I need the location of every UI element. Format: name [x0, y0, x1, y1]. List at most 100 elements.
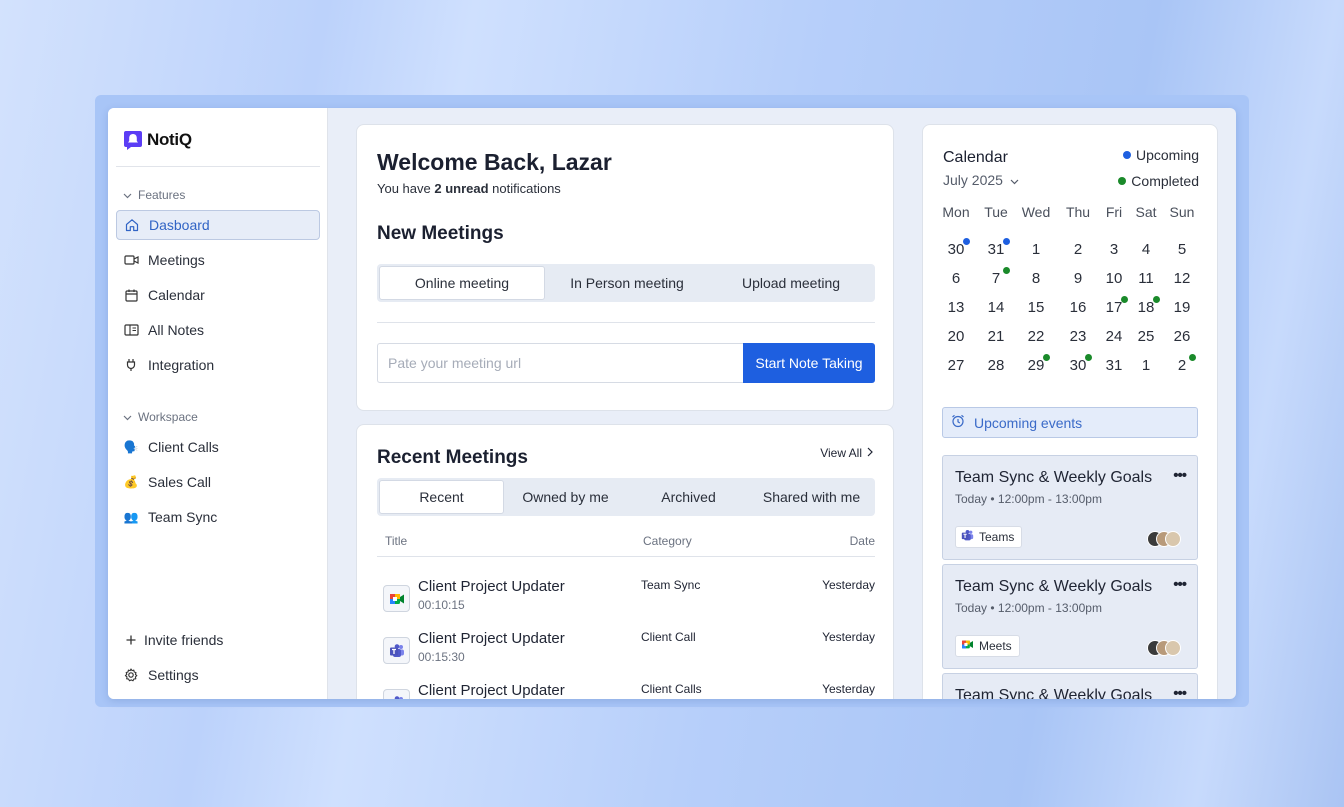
calendar-day[interactable]: 7: [980, 267, 1012, 294]
teams-icon: [383, 689, 410, 699]
sidebar-item-all-notes[interactable]: All Notes: [116, 315, 320, 345]
workspace-item-label: Team Sync: [148, 509, 218, 525]
month-selector[interactable]: July 2025: [943, 172, 1019, 188]
calendar-day[interactable]: 13: [940, 299, 972, 323]
table-header: Title Category Date: [377, 533, 875, 557]
sidebar-item-label: Dasboard: [149, 217, 210, 233]
money-bag-icon: 💰: [123, 475, 139, 489]
calendar-day[interactable]: 9: [1062, 270, 1094, 294]
settings-button[interactable]: Settings: [116, 660, 320, 690]
calendar-day[interactable]: 4: [1130, 241, 1162, 265]
event-time: Today • 12:00pm - 13:00pm: [955, 601, 1102, 615]
calendar-day[interactable]: 22: [1020, 328, 1052, 352]
calendar-day[interactable]: 17: [1098, 296, 1130, 323]
calendar-day[interactable]: 21: [980, 328, 1012, 352]
sidebar-item-calendar[interactable]: Calendar: [116, 280, 320, 310]
calendar-day[interactable]: 30: [1062, 354, 1094, 381]
tab-owned-by-me[interactable]: Owned by me: [504, 480, 627, 514]
table-row[interactable]: Client Project Updater 00:15:30 Client C…: [377, 627, 875, 671]
day-number: 8: [1031, 270, 1041, 287]
column-header-category[interactable]: Category: [643, 534, 692, 548]
workspace-item-team-sync[interactable]: 👥 Team Sync: [116, 502, 320, 532]
calendar-day[interactable]: 3: [1098, 241, 1130, 265]
calendar-day[interactable]: 8: [1020, 270, 1052, 294]
calendar-day[interactable]: 20: [940, 328, 972, 352]
calendar-day[interactable]: 12: [1166, 270, 1198, 294]
day-number: 22: [1027, 328, 1045, 345]
calendar-day[interactable]: 28: [980, 357, 1012, 381]
calendar-day[interactable]: 27: [940, 357, 972, 381]
start-note-taking-button[interactable]: Start Note Taking: [743, 343, 875, 383]
tab-archived[interactable]: Archived: [627, 480, 750, 514]
calendar-day[interactable]: 26: [1166, 328, 1198, 352]
meeting-url-input[interactable]: [377, 343, 743, 383]
attendee-avatars[interactable]: [1147, 640, 1185, 656]
calendar-day[interactable]: 1: [1020, 241, 1052, 265]
calendar-day[interactable]: 2: [1062, 241, 1094, 265]
day-number: 31: [987, 241, 1005, 258]
calendar-day[interactable]: 18: [1130, 296, 1162, 323]
calendar-day[interactable]: 14: [980, 299, 1012, 323]
calendar-day[interactable]: 29: [1020, 354, 1052, 381]
meeting-date: Yesterday: [822, 578, 875, 592]
column-header-title[interactable]: Title: [385, 534, 407, 548]
calendar-day[interactable]: 23: [1062, 328, 1094, 352]
calendar-day[interactable]: 25: [1130, 328, 1162, 352]
workspace-item-client-calls[interactable]: 🗣️ Client Calls: [116, 432, 320, 462]
calendar-day[interactable]: 31: [1098, 357, 1130, 381]
workspace-item-label: Client Calls: [148, 439, 219, 455]
welcome-card: Welcome Back, Lazar You have 2 unread no…: [356, 124, 894, 411]
tab-shared-with-me[interactable]: Shared with me: [750, 480, 873, 514]
calendar-day[interactable]: 16: [1062, 299, 1094, 323]
invite-friends-button[interactable]: Invite friends: [116, 625, 320, 655]
tab-recent[interactable]: Recent: [379, 480, 504, 514]
day-number: 1: [1141, 357, 1151, 374]
calendar-day[interactable]: 24: [1098, 328, 1130, 352]
view-all-link[interactable]: View All: [820, 446, 873, 460]
tab-in-person-meeting[interactable]: In Person meeting: [545, 266, 709, 300]
calendar-day[interactable]: 30: [940, 238, 972, 265]
brand-logo[interactable]: NotiQ: [123, 129, 192, 151]
column-header-date[interactable]: Date: [850, 534, 875, 548]
workspace-section-toggle[interactable]: Workspace: [123, 410, 198, 424]
calendar-title: Calendar: [943, 149, 1008, 166]
more-options-icon[interactable]: •••: [1173, 467, 1187, 484]
upcoming-events-header[interactable]: Upcoming events: [942, 407, 1198, 438]
more-options-icon[interactable]: •••: [1173, 576, 1187, 593]
sidebar-item-integration[interactable]: Integration: [116, 350, 320, 380]
table-row[interactable]: Client Project Updater 00:10:15 Team Syn…: [377, 575, 875, 619]
event-card[interactable]: Team Sync & Weekly Goals •••: [942, 673, 1198, 699]
table-row[interactable]: Client Project Updater Client Calls Yest…: [377, 679, 875, 699]
calendar-day[interactable]: 31: [980, 238, 1012, 265]
calendar-day[interactable]: 5: [1166, 241, 1198, 265]
more-options-icon[interactable]: •••: [1173, 685, 1187, 699]
attendee-avatars[interactable]: [1147, 531, 1185, 547]
calendar-day[interactable]: 6: [940, 270, 972, 294]
event-card[interactable]: Team Sync & Weekly Goals ••• Today • 12:…: [942, 455, 1198, 560]
day-number: 1: [1031, 241, 1041, 258]
day-number: 5: [1177, 241, 1187, 258]
chevron-down-icon: [123, 188, 132, 202]
day-number: 16: [1069, 299, 1087, 316]
day-number: 17: [1105, 299, 1123, 316]
sidebar-item-dashboard[interactable]: Dasboard: [116, 210, 320, 240]
calendar-icon: [123, 287, 139, 303]
calendar-day[interactable]: 2: [1166, 354, 1198, 381]
day-number: 24: [1105, 328, 1123, 345]
features-section-toggle[interactable]: Features: [123, 188, 185, 202]
calendar-day[interactable]: 11: [1130, 270, 1162, 294]
calendar-day[interactable]: 1: [1130, 357, 1162, 381]
day-number: 18: [1137, 299, 1155, 316]
calendar-day[interactable]: 10: [1098, 270, 1130, 294]
calendar-day[interactable]: 15: [1020, 299, 1052, 323]
day-number: 13: [947, 299, 965, 316]
weekday-mon: Mon: [942, 204, 970, 220]
unread-count[interactable]: 2 unread: [434, 181, 488, 196]
tab-upload-meeting[interactable]: Upload meeting: [709, 266, 873, 300]
workspace-item-sales-call[interactable]: 💰 Sales Call: [116, 467, 320, 497]
sidebar-item-meetings[interactable]: Meetings: [116, 245, 320, 275]
calendar-day[interactable]: 19: [1166, 299, 1198, 323]
tab-online-meeting[interactable]: Online meeting: [379, 266, 545, 300]
event-card[interactable]: Team Sync & Weekly Goals ••• Today • 12:…: [942, 564, 1198, 669]
teams-icon: [961, 529, 974, 545]
